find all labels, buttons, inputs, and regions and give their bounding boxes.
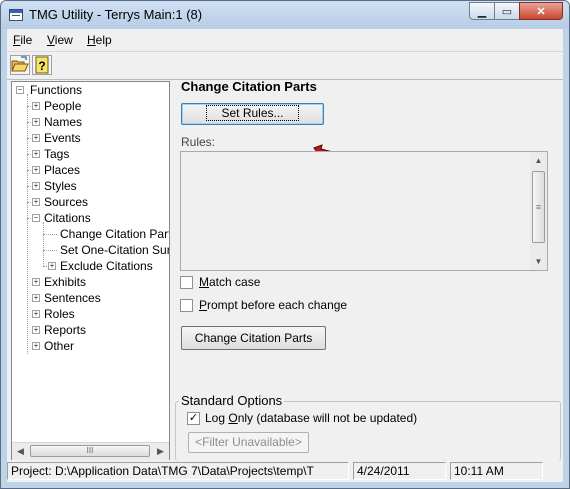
expand-icon[interactable]: + bbox=[32, 134, 40, 142]
expand-icon[interactable]: + bbox=[32, 326, 40, 334]
expand-icon[interactable]: + bbox=[32, 150, 40, 158]
scroll-left-icon[interactable]: ◀ bbox=[12, 443, 29, 460]
rules-label: Rules: bbox=[181, 135, 216, 149]
minimize-icon: ▁ bbox=[477, 5, 487, 18]
caption-buttons: ▁ ▭ ✕ bbox=[469, 2, 563, 20]
open-button[interactable] bbox=[10, 55, 30, 75]
title-bar[interactable]: TMG Utility - Terrys Main:1 (8) ▁ ▭ ✕ bbox=[1, 1, 569, 29]
status-bar: Project: D:\Application Data\TMG 7\Data\… bbox=[7, 460, 563, 482]
help-icon: ? bbox=[35, 56, 49, 74]
expand-icon[interactable]: + bbox=[32, 118, 40, 126]
menu-file[interactable]: File bbox=[13, 33, 32, 47]
tree-item-places[interactable]: + Places bbox=[32, 162, 80, 178]
scroll-thumb[interactable]: ≡ bbox=[532, 171, 545, 243]
expand-icon[interactable]: + bbox=[32, 342, 40, 350]
set-rules-button[interactable]: Set Rules... bbox=[181, 103, 324, 125]
close-icon: ✕ bbox=[536, 5, 546, 18]
scroll-up-icon[interactable]: ▲ bbox=[530, 152, 547, 169]
collapse-icon[interactable]: − bbox=[16, 86, 24, 94]
tree-item-sources[interactable]: + Sources bbox=[32, 194, 88, 210]
collapse-icon[interactable]: − bbox=[32, 214, 40, 222]
match-case-label: Match case bbox=[199, 275, 261, 289]
tree-horizontal-scrollbar[interactable]: ◀ III ▶ bbox=[12, 442, 169, 460]
functions-tree[interactable]: − Functions + People + Names + Events + Tags … bbox=[11, 81, 170, 461]
expand-icon[interactable]: + bbox=[32, 310, 40, 318]
scroll-right-icon[interactable]: ▶ bbox=[152, 443, 169, 460]
rules-list[interactable]: ▲ ≡ ▼ bbox=[180, 151, 548, 271]
filter-button[interactable]: <Filter Unavailable> bbox=[188, 432, 309, 453]
tree-item-events[interactable]: + Events bbox=[32, 130, 81, 146]
expand-icon[interactable]: + bbox=[32, 198, 40, 206]
status-date: 4/24/2011 bbox=[353, 462, 446, 480]
menu-bar: File View Help bbox=[7, 29, 563, 52]
scroll-thumb[interactable]: III bbox=[30, 445, 150, 457]
prompt-each-change-checkbox[interactable] bbox=[180, 299, 193, 312]
tree-item-names[interactable]: + Names bbox=[32, 114, 82, 130]
rules-vertical-scrollbar[interactable]: ▲ ≡ ▼ bbox=[530, 152, 547, 270]
client-area: File View Help ? − Functions + People + … bbox=[7, 29, 563, 482]
minimize-button[interactable]: ▁ bbox=[469, 2, 495, 20]
expand-icon[interactable]: + bbox=[32, 278, 40, 286]
log-only-checkbox[interactable]: ✓ bbox=[187, 412, 200, 425]
window-title: TMG Utility - Terrys Main:1 (8) bbox=[29, 7, 203, 22]
standard-options-title: Standard Options bbox=[179, 393, 285, 408]
tree-item-styles[interactable]: + Styles bbox=[32, 178, 77, 194]
scroll-down-icon[interactable]: ▼ bbox=[530, 253, 547, 270]
expand-icon[interactable]: + bbox=[48, 262, 56, 270]
prompt-each-change-label: Prompt before each change bbox=[199, 298, 348, 312]
status-project: Project: D:\Application Data\TMG 7\Data\… bbox=[7, 462, 349, 480]
tree-item-citations[interactable]: − Citations bbox=[32, 210, 91, 226]
expand-icon[interactable]: + bbox=[32, 166, 40, 174]
tree-item-people[interactable]: + People bbox=[32, 98, 81, 114]
expand-icon[interactable]: + bbox=[32, 294, 40, 302]
maximize-button[interactable]: ▭ bbox=[494, 2, 520, 20]
help-button[interactable]: ? bbox=[32, 55, 52, 75]
app-icon[interactable] bbox=[9, 9, 23, 21]
toolbar: ? bbox=[7, 53, 563, 80]
maximize-icon: ▭ bbox=[501, 5, 513, 18]
tree-item-roles[interactable]: + Roles bbox=[32, 306, 75, 322]
tree-item-functions[interactable]: − Functions bbox=[16, 82, 82, 98]
tree-item-tags[interactable]: + Tags bbox=[32, 146, 69, 162]
tree-item-change-citation-parts[interactable]: Change Citation Parts bbox=[60, 226, 169, 242]
log-only-label: Log Only (database will not be updated) bbox=[205, 411, 418, 425]
match-case-checkbox[interactable] bbox=[180, 276, 193, 289]
expand-icon[interactable]: + bbox=[32, 182, 40, 190]
application-window: TMG Utility - Terrys Main:1 (8) ▁ ▭ ✕ Fi… bbox=[0, 0, 570, 489]
svg-text:?: ? bbox=[38, 59, 45, 73]
menu-view[interactable]: View bbox=[47, 33, 73, 47]
tree-item-exclude-citations[interactable]: + Exclude Citations bbox=[48, 258, 153, 274]
open-folder-icon bbox=[11, 56, 29, 72]
tree-item-sentences[interactable]: + Sentences bbox=[32, 290, 101, 306]
tree-item-reports[interactable]: + Reports bbox=[32, 322, 86, 338]
expand-icon[interactable]: + bbox=[32, 102, 40, 110]
menu-help[interactable]: Help bbox=[87, 33, 112, 47]
panel-title: Change Citation Parts bbox=[181, 79, 317, 94]
change-citation-parts-button[interactable]: Change Citation Parts bbox=[181, 326, 326, 350]
tree-item-set-one-citation-surety[interactable]: Set One-Citation Surety bbox=[60, 242, 169, 258]
tree-item-other[interactable]: + Other bbox=[32, 338, 74, 354]
status-time: 10:11 AM bbox=[450, 462, 543, 480]
tree-item-exhibits[interactable]: + Exhibits bbox=[32, 274, 86, 290]
close-button[interactable]: ✕ bbox=[519, 2, 563, 20]
